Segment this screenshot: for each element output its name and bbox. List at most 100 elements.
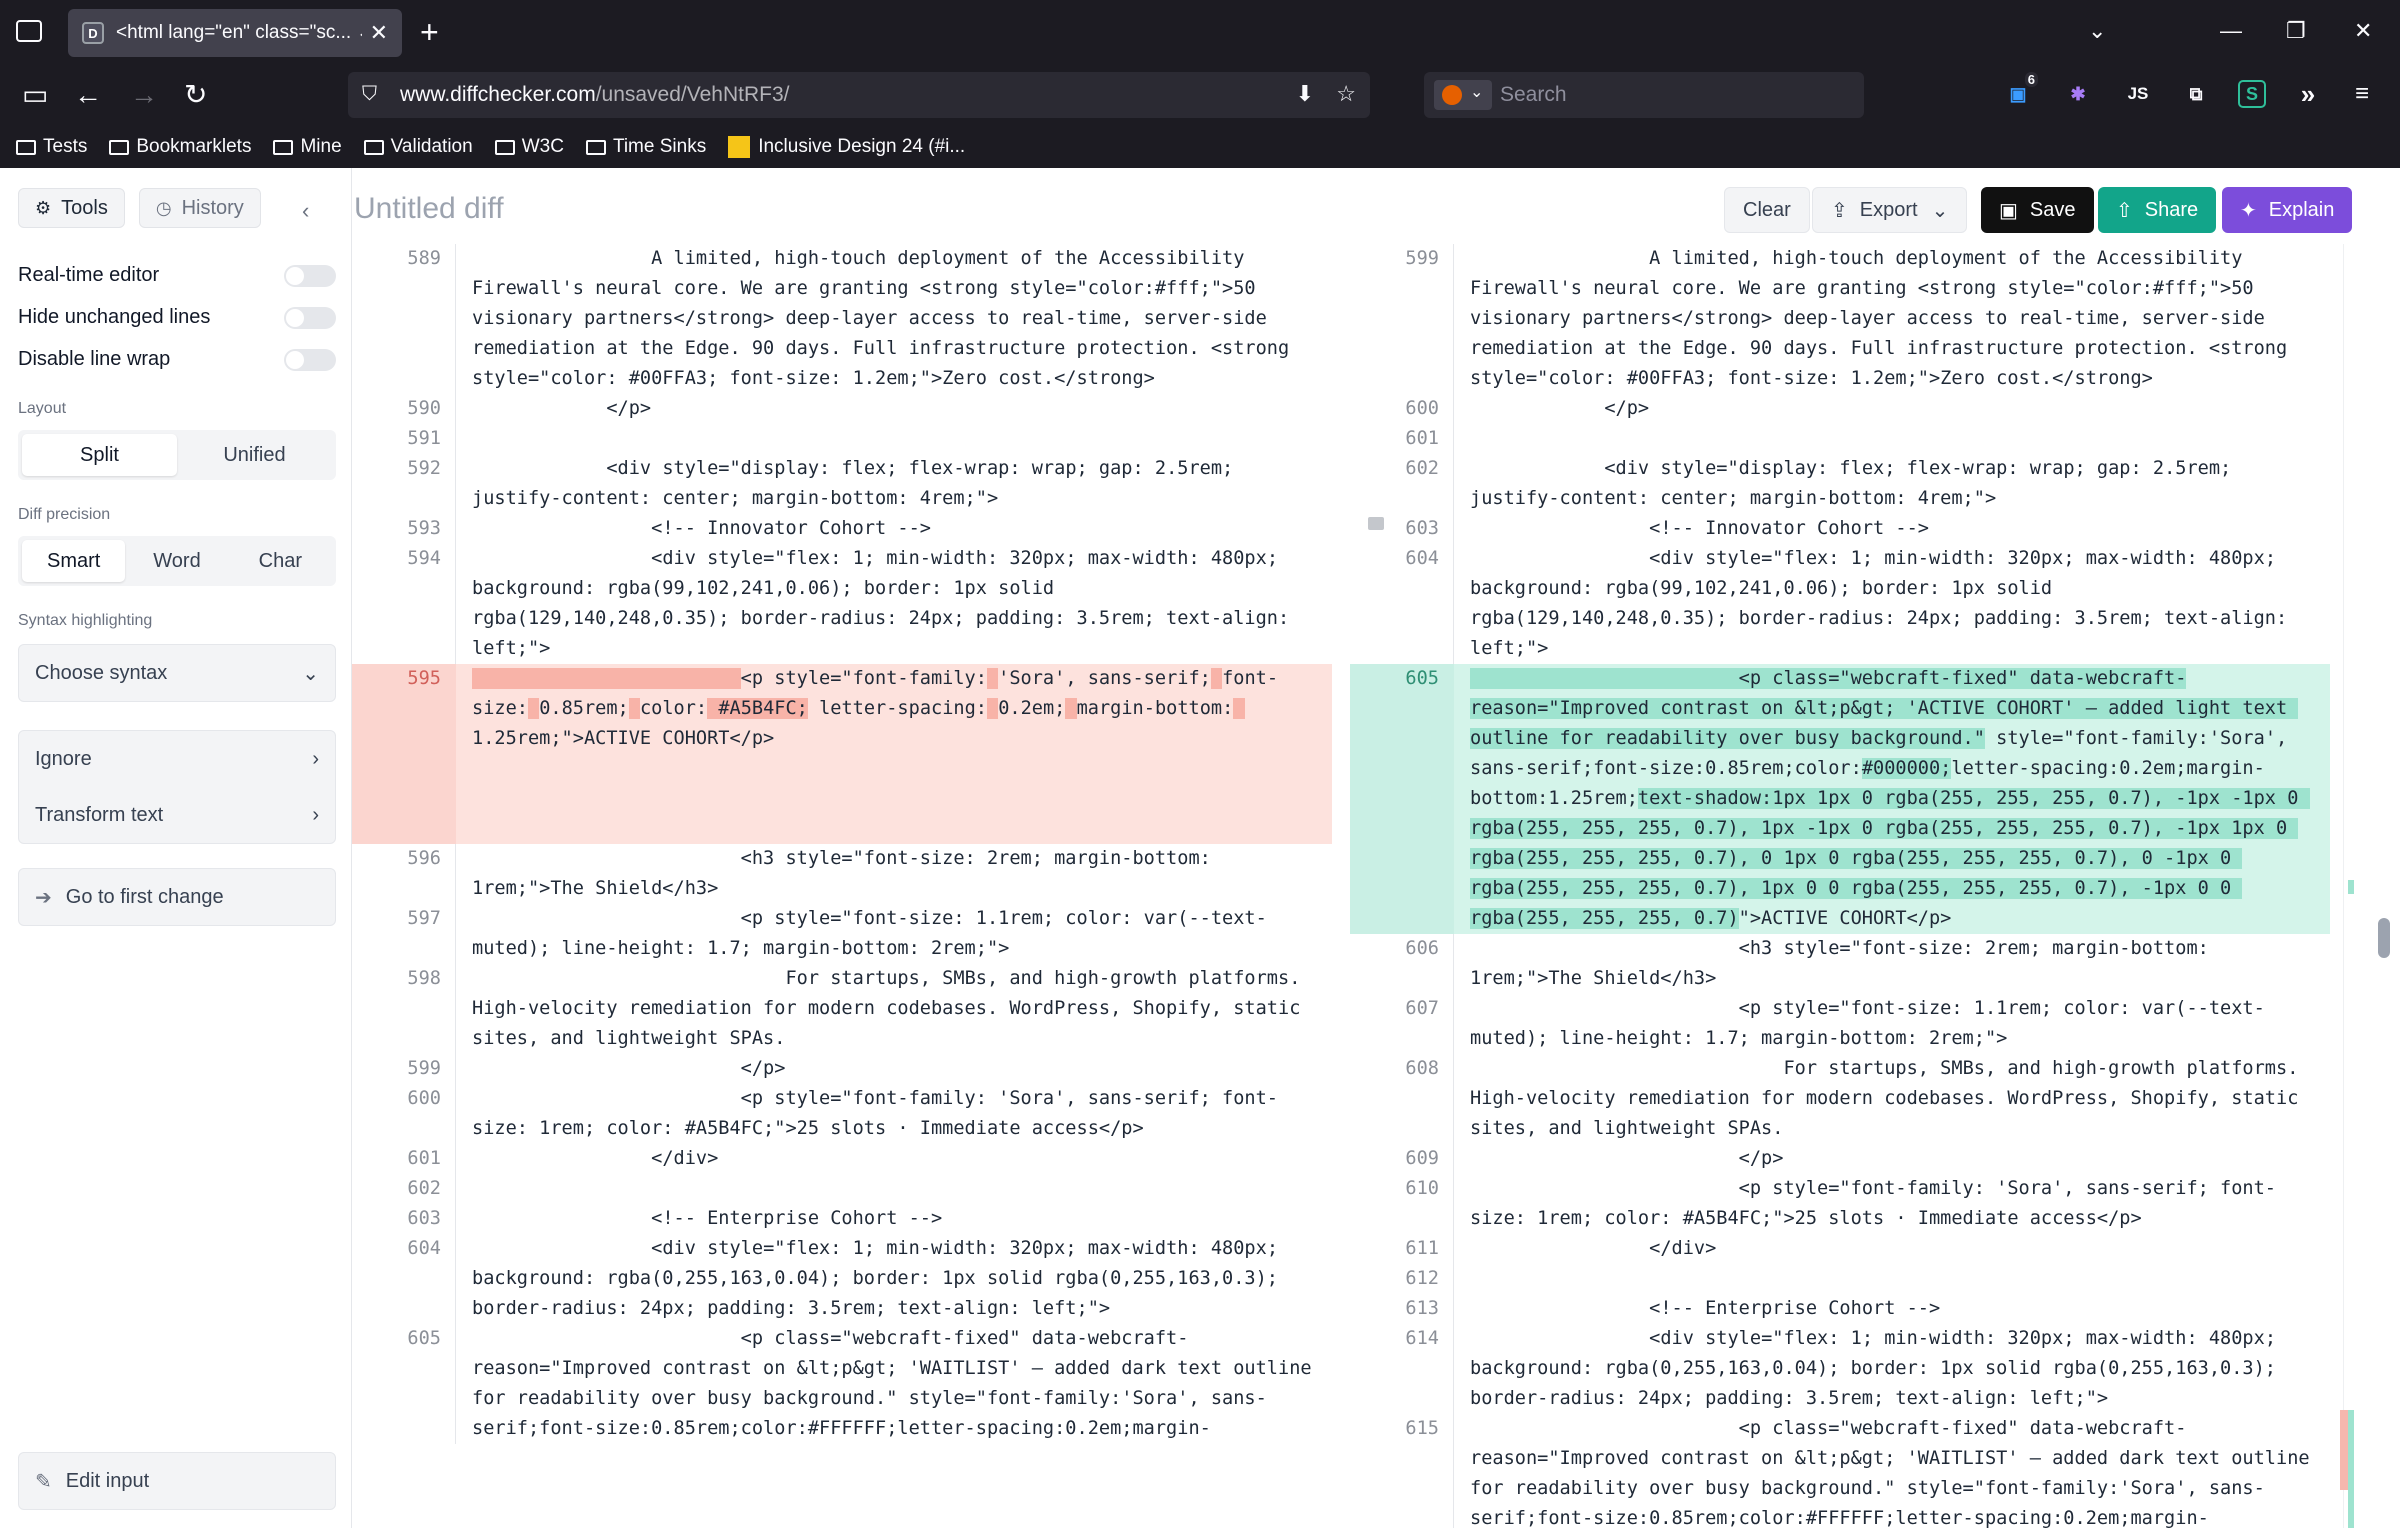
code-segment: <div style="flex: 1; min-width: 320px; m…	[472, 548, 1301, 659]
layout-split-option[interactable]: Split	[22, 434, 177, 476]
line-number: 611	[1350, 1234, 1454, 1264]
syntax-select[interactable]: Choose syntax ⌄	[18, 644, 336, 702]
bookmark-star-icon[interactable]: ☆	[1336, 81, 1356, 107]
line-code: <div style="flex: 1; min-width: 320px; m…	[1454, 544, 2330, 664]
tracking-protection-icon[interactable]: ⛉	[362, 83, 377, 106]
extensions-puzzle-icon[interactable]: ⧉	[2182, 80, 2210, 108]
toggle-switch[interactable]	[284, 306, 336, 329]
bookmark-folder[interactable]: Bookmarklets	[109, 136, 251, 158]
bookmark-link[interactable]: Inclusive Design 24 (#i...	[728, 136, 965, 158]
code-segment: <!-- Enterprise Cohort -->	[472, 1208, 943, 1229]
close-tab-icon[interactable]: ✕	[370, 20, 388, 46]
close-window-icon[interactable]: ✕	[2354, 18, 2372, 44]
line-number: 608	[1350, 1054, 1454, 1144]
list-all-tabs-icon[interactable]: ⌄	[2088, 18, 2106, 44]
syntax-highlighting-label: Syntax highlighting	[18, 612, 153, 629]
address-bar[interactable]: ⛉ www.diffchecker.com/unsaved/VehNtRF3/ …	[348, 72, 1370, 118]
line-number: 607	[1350, 994, 1454, 1054]
collapse-sidebar-icon[interactable]: ‹	[302, 198, 309, 224]
menu-hamburger-icon[interactable]: ≡	[2348, 80, 2376, 108]
share-button[interactable]: ⇧ Share	[2098, 187, 2217, 233]
diff-line: 603 <!-- Enterprise Cohort -->	[352, 1204, 1332, 1234]
gear-extension-icon[interactable]: ✱	[2064, 80, 2092, 108]
search-engine-icon[interactable]: ⌄	[1434, 80, 1492, 110]
bookmark-folder[interactable]: W3C	[494, 136, 564, 158]
diff-line: 605 <p class="webcraft-fixed" data-webcr…	[352, 1324, 1332, 1444]
diff-line: 591	[352, 424, 1332, 454]
transform-text-row[interactable]: Transform text ›	[19, 787, 335, 843]
original-text-pane[interactable]: 589 A limited, high-touch deployment of …	[352, 244, 1332, 1444]
code-segment: ">ACTIVE COHORT</p>	[1738, 908, 1952, 929]
reload-icon[interactable]: ↻	[184, 80, 207, 110]
tab-list-icon[interactable]	[16, 20, 42, 42]
browser-tab[interactable]: D <html lang="en" class="sc... ↔ ✕	[68, 9, 402, 57]
diff-title[interactable]: Untitled diff	[354, 192, 504, 226]
explain-button[interactable]: ✦ Explain	[2222, 187, 2353, 233]
ignore-row[interactable]: Ignore ›	[19, 731, 335, 787]
js-extension-icon[interactable]: JS	[2124, 80, 2152, 108]
extension-badge-count: 6	[2024, 72, 2038, 87]
bookmark-folder[interactable]: Tests	[16, 136, 87, 158]
diffchecker-favicon-icon: D	[82, 22, 104, 44]
line-code: </p>	[456, 1054, 1332, 1084]
changed-text-pane[interactable]: 599 A limited, high-touch deployment of …	[1350, 244, 2330, 1528]
code-segment: 0.2em;	[998, 698, 1066, 719]
line-number: 598	[352, 964, 456, 1054]
precision-char-option[interactable]: Char	[229, 540, 332, 582]
precision-smart-option[interactable]: Smart	[22, 540, 126, 582]
overflow-chevrons-icon[interactable]: »	[2294, 79, 2322, 109]
export-button[interactable]: ⇪ Export ⌄	[1812, 187, 1968, 233]
code-segment: 0.85rem;	[539, 698, 629, 719]
sidebar-toggle-icon[interactable]: ▭	[22, 80, 48, 110]
line-code: <p style="font-size: 1.1rem; color: var(…	[456, 904, 1332, 964]
realtime-editor-toggle[interactable]: Real-time editor	[18, 264, 336, 287]
line-number: 595	[352, 664, 456, 844]
diff-line: 602 <div style="display: flex; flex-wrap…	[1350, 454, 2330, 514]
changed-segment	[472, 668, 741, 689]
toggle-switch[interactable]	[284, 348, 336, 371]
toggle-label: Disable line wrap	[18, 348, 171, 370]
line-code	[456, 1174, 1332, 1204]
syntax-select-value: Choose syntax	[35, 661, 168, 684]
new-tab-icon[interactable]: +	[420, 14, 439, 50]
diff-line: 604 <div style="flex: 1; min-width: 320p…	[1350, 544, 2330, 664]
precision-word-option[interactable]: Word	[125, 540, 228, 582]
s-extension-icon[interactable]: S	[2238, 80, 2266, 108]
line-code: </p>	[1454, 1144, 2330, 1174]
line-code: <h3 style="font-size: 2rem; margin-botto…	[1454, 934, 2330, 994]
scrollbar-thumb[interactable]	[2378, 918, 2390, 958]
layout-unified-option[interactable]: Unified	[177, 434, 332, 476]
save-to-pocket-icon[interactable]: ⬇	[1296, 81, 1314, 107]
history-tab[interactable]: ◷ History	[138, 188, 261, 228]
bookmark-folder[interactable]: Time Sinks	[585, 136, 706, 158]
diff-line: 592 <div style="display: flex; flex-wrap…	[352, 454, 1332, 514]
added-line: 605 <p class="webcraft-fixed" data-webcr…	[1350, 664, 2330, 934]
go-to-first-change-button[interactable]: ➔ Go to first change	[18, 868, 336, 926]
tools-tab[interactable]: ⚙ Tools	[18, 188, 125, 228]
bookmark-folder[interactable]: Mine	[273, 136, 342, 158]
save-button[interactable]: ▣ Save	[1981, 187, 2094, 233]
restore-icon[interactable]: ❐	[2286, 18, 2306, 44]
diff-line: 596 <h3 style="font-size: 2rem; margin-b…	[352, 844, 1332, 904]
minimize-icon[interactable]: —	[2220, 18, 2242, 44]
code-segment: <h3 style="font-size: 2rem; margin-botto…	[1470, 938, 2221, 989]
changed-segment	[628, 698, 640, 719]
hide-unchanged-toggle[interactable]: Hide unchanged lines	[18, 306, 336, 329]
bookmark-folder[interactable]: Validation	[363, 136, 473, 158]
diff-line: 606 <h3 style="font-size: 2rem; margin-b…	[1350, 934, 2330, 994]
toggle-switch[interactable]	[284, 264, 336, 287]
forward-icon[interactable]: →	[130, 80, 158, 110]
bookmark-label: Bookmarklets	[136, 136, 252, 157]
search-bar[interactable]: ⌄ Search	[1424, 72, 1864, 118]
diff-line: 597 <p style="font-size: 1.1rem; color: …	[352, 904, 1332, 964]
line-code: <h3 style="font-size: 2rem; margin-botto…	[456, 844, 1332, 904]
edit-input-button[interactable]: ✎ Edit input	[18, 1452, 336, 1510]
back-icon[interactable]: ←	[74, 80, 102, 110]
line-number: 589	[352, 244, 456, 394]
comment-icon[interactable]	[1368, 517, 1384, 530]
extension-badge-icon[interactable]: ▣ 6	[2004, 72, 2038, 108]
code-segment: letter-spacing:	[807, 698, 987, 719]
clear-button[interactable]: Clear	[1724, 187, 1810, 233]
disable-line-wrap-toggle[interactable]: Disable line wrap	[18, 348, 336, 371]
code-segment: A limited, high-touch deployment of the …	[472, 248, 1301, 389]
